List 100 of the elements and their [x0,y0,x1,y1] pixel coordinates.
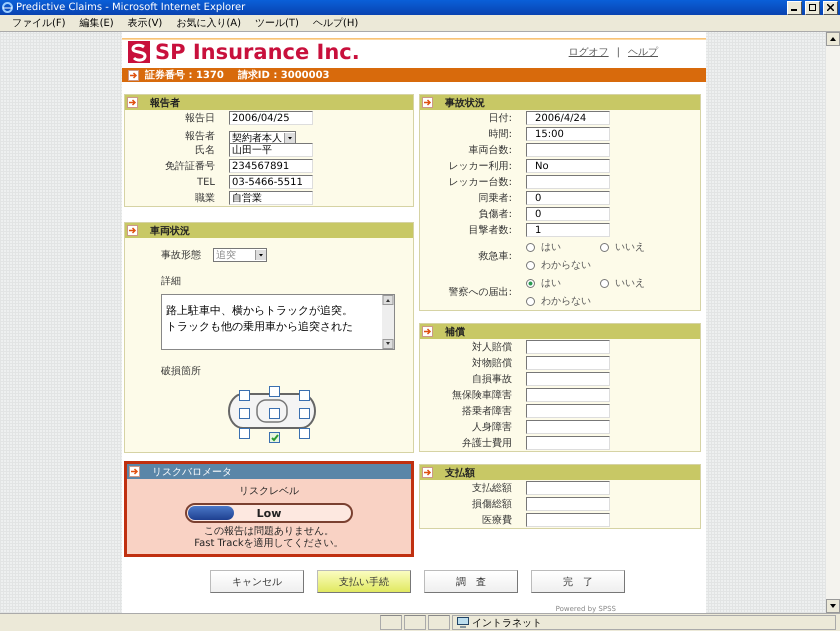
damage-checkbox[interactable] [299,390,310,401]
menu-item[interactable]: ヘルプ(H) [312,16,358,30]
claim-id: 請求ID : 3000003 [238,68,330,82]
menu-item[interactable]: お気に入り(A) [176,16,241,30]
maximize-icon [809,4,816,11]
damage-checkbox[interactable] [299,428,310,439]
status-bar-panel [428,615,450,630]
field-label: 日付: [488,112,512,125]
status-bar-panel [380,615,402,630]
field-label: 支払総額 [471,482,512,495]
field-label: 無保険車障害 [451,388,512,402]
scrollbar-drawing [382,295,394,349]
panel-title: 事故状況 [445,96,485,110]
risk-message: この報告は問題ありません。 Fast Trackを適用してください。 [194,526,344,550]
detail-text-line: トラックも他の乗用車から追突された [166,319,354,335]
radio-option[interactable]: いいえ [600,240,674,254]
action-button[interactable]: 完 了 [531,570,625,593]
damage-checkbox[interactable] [239,390,250,401]
radio-option[interactable]: はい [526,240,600,254]
panel-title: 車両状況 [150,224,190,238]
damage-checkbox[interactable] [239,408,250,419]
field-label: 医療費 [481,514,512,527]
input-field[interactable]: 15:00 [526,127,610,141]
arrow-icon [127,97,138,108]
arrow-icon [128,70,139,80]
logo-icon [128,41,150,63]
input-field[interactable]: 0 [526,191,610,205]
maximize-button[interactable] [805,0,820,14]
input-field[interactable] [526,356,610,370]
caret-icon [255,250,266,260]
input-field[interactable]: 2006/04/25 [229,111,313,125]
input-field[interactable] [526,436,610,450]
field-label: 報告日 [184,112,215,125]
field-label: 人身障害 [471,420,512,434]
field-label: 弁護士費用 [461,436,512,450]
close-icon [827,4,834,11]
radio-option[interactable]: いいえ [600,276,674,290]
field-label: 同乗者: [478,192,512,205]
radio-option[interactable]: わからない [526,294,600,308]
input-field[interactable]: 1 [526,223,610,237]
damage-checkbox[interactable] [299,408,310,419]
menu-item[interactable]: 表示(V) [128,16,162,30]
panel-title: 支払額 [445,466,475,480]
radio-option[interactable]: わからない [526,258,600,272]
help-link[interactable]: ヘルプ [628,45,658,59]
panel-title: 報告者 [150,96,180,110]
input-field[interactable] [526,340,610,354]
input-field[interactable]: 234567891 [229,159,313,173]
input-field[interactable] [526,497,610,511]
field-label: 報告者 [184,130,215,142]
field-label: 救急車: [478,250,512,263]
field-label: 事故形態 [161,248,201,262]
radio-option[interactable]: はい [526,276,600,290]
input-field[interactable]: 0 [526,207,610,221]
menu-item[interactable]: ツール(T) [255,16,299,30]
damage-checkbox[interactable] [239,428,250,439]
field-label: 損傷総額 [471,498,512,511]
input-field[interactable]: 2006/4/24 [526,111,610,125]
risk-level-label: リスクレベル [239,485,299,498]
close-button[interactable] [823,0,838,14]
damage-checkbox[interactable] [269,408,280,419]
field-label: 搭乗者障害 [461,404,512,418]
browser-icon [2,2,13,13]
field-label: 車両台数: [468,144,512,157]
detail-text-area[interactable]: 路上駐車中、横からトラックが追突。 トラックも他の乗用車から追突された [161,294,395,350]
select-field[interactable]: 追突 [213,248,267,262]
action-button[interactable]: キャンセル [210,570,304,593]
damage-checkbox[interactable] [269,386,280,397]
action-button[interactable]: 支払い手続 [317,570,411,593]
input-field[interactable] [526,388,610,402]
menu-item[interactable]: ファイル(F) [12,16,66,30]
logoff-link[interactable]: ログオフ [568,45,609,59]
field-label: レッカー台数: [448,176,512,189]
input-field[interactable] [526,420,610,434]
detail-text-line: 路上駐車中、横からトラックが追突。 [166,303,354,319]
field-label: 警察への届出: [448,286,512,299]
link-separator: | [616,46,620,58]
input-field[interactable]: No [526,159,610,173]
input-field[interactable] [526,404,610,418]
security-zone: イントラネット [472,616,542,630]
input-field[interactable] [526,175,610,189]
input-field[interactable] [526,513,610,527]
input-field[interactable] [526,143,610,157]
field-label: 詳細 [161,274,182,288]
action-button[interactable]: 調 査 [424,570,518,593]
minimize-button[interactable] [787,0,802,14]
input-field[interactable] [526,481,610,495]
field-label: 自損事故 [471,372,512,386]
input-field[interactable]: 自営業 [229,191,313,205]
menu-item[interactable]: 編集(E) [80,16,114,30]
field-label: 時間: [488,128,512,141]
field-label: 対物賠償 [471,356,512,370]
logo-text: SP Insurance Inc. [155,40,361,64]
field-label: レッカー利用: [448,160,512,173]
input-field[interactable]: 山田一平 [229,143,313,157]
arrow-icon [422,467,433,478]
input-field[interactable] [526,372,610,386]
panel-title: リスクバロメータ [152,466,232,478]
input-field[interactable]: 03-5466-5511 [229,175,313,189]
damage-checkbox[interactable] [269,432,280,443]
